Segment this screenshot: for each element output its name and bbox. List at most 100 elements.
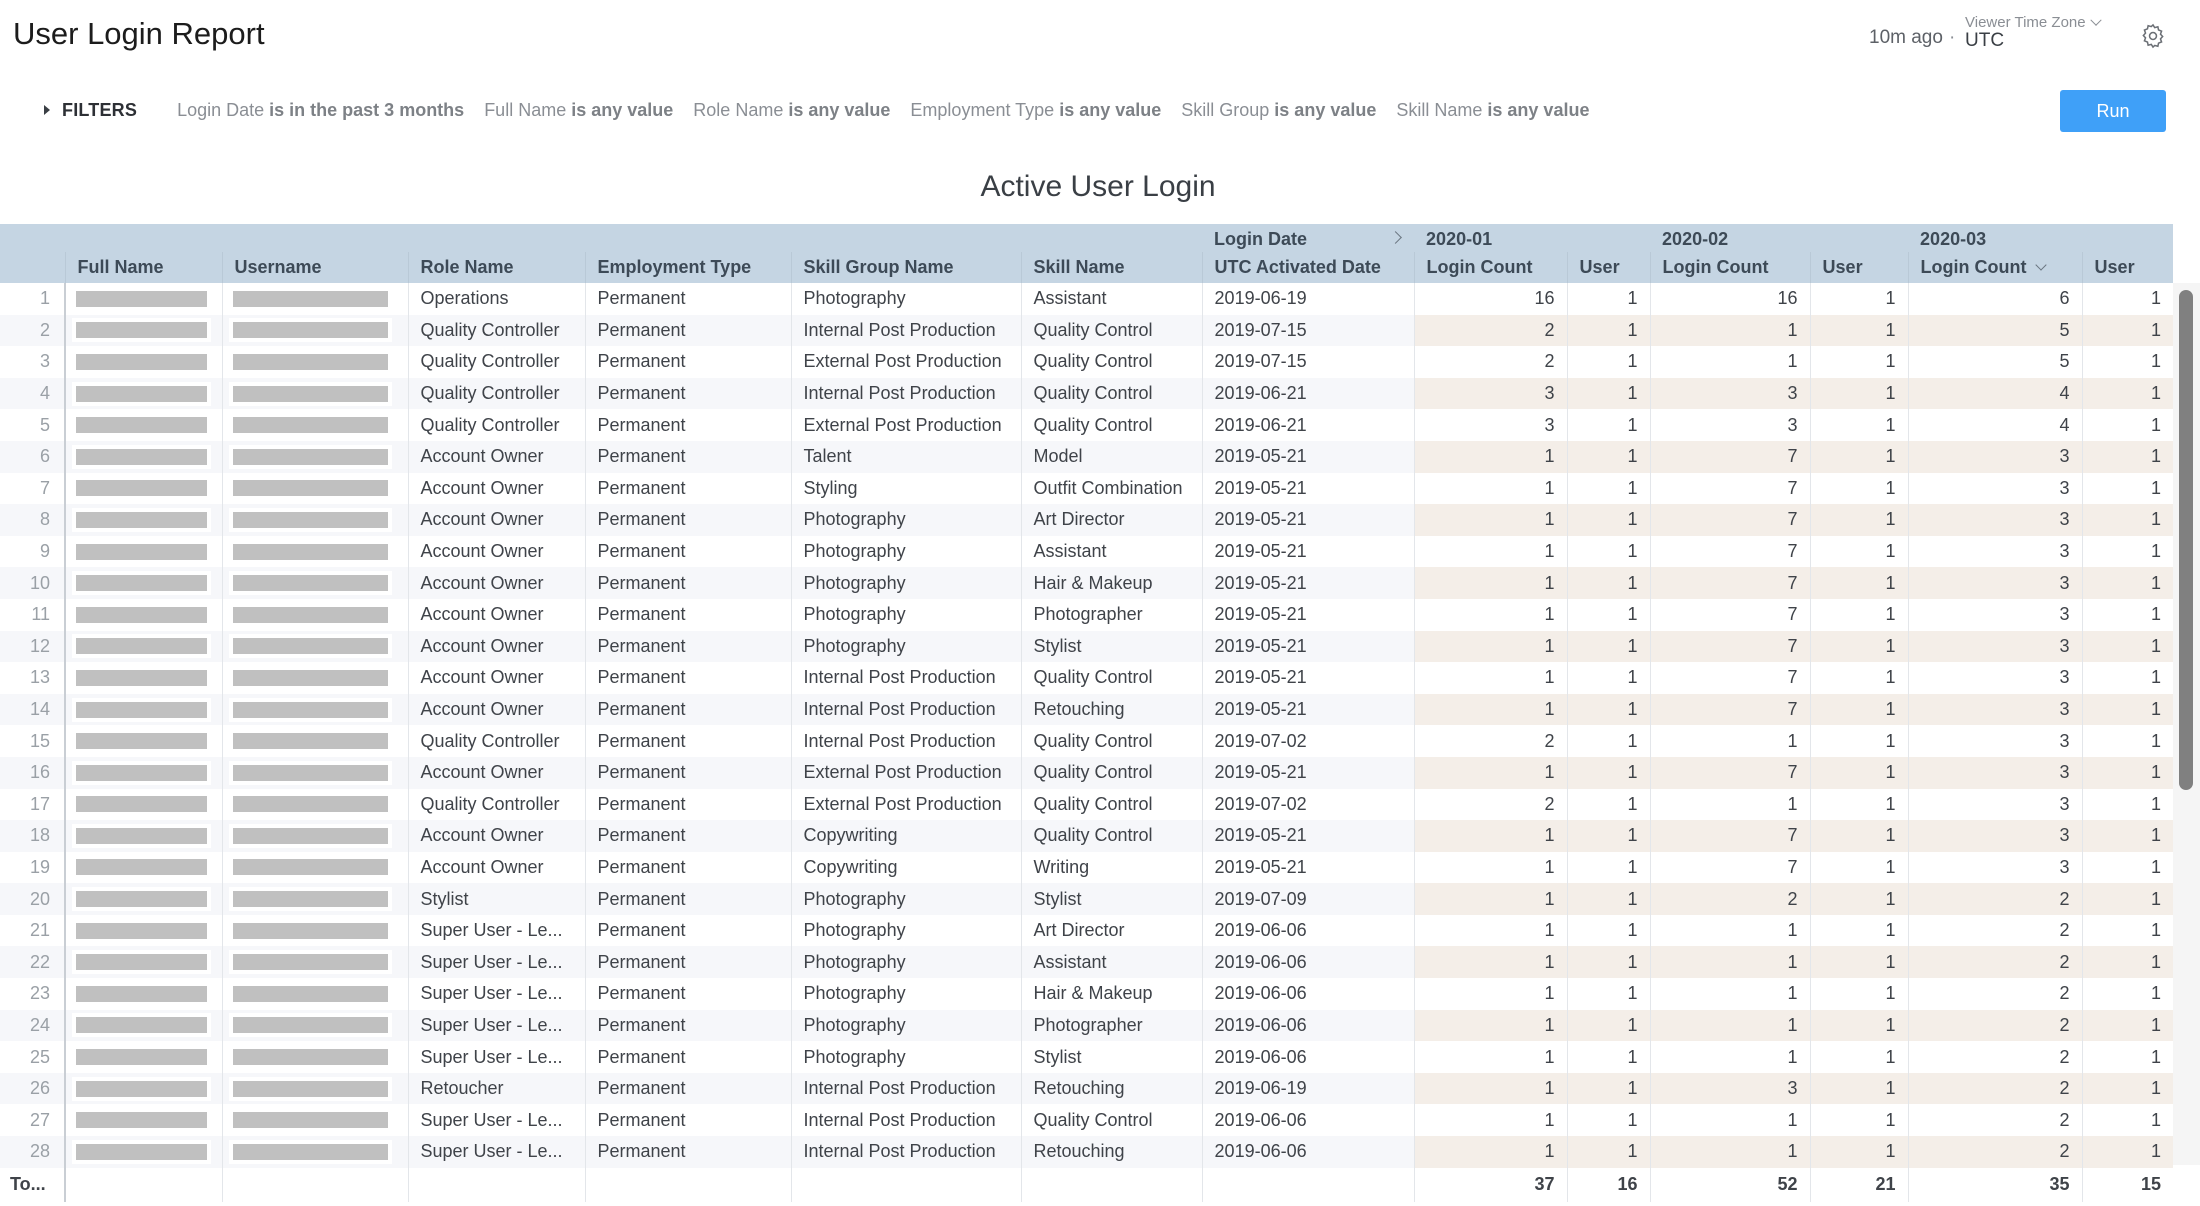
cell-user-2020-01[interactable]: 1 — [1566, 409, 1651, 441]
cell-skill-name[interactable]: Hair & Makeup — [1020, 567, 1203, 599]
cell-login-count-2020-01[interactable]: 1 — [1413, 598, 1568, 631]
cell-login-count-2020-03[interactable]: 2 — [1907, 1136, 2083, 1168]
cell-skill-name[interactable]: Quality Control — [1020, 756, 1203, 789]
cell-user-2020-02[interactable]: 1 — [1809, 440, 1909, 473]
cell-skill-group-name[interactable]: Photography — [790, 883, 1021, 915]
cell-user-2020-02[interactable]: 1 — [1809, 314, 1909, 347]
cell-employment-type[interactable]: Permanent — [584, 630, 791, 663]
cell-user-2020-02[interactable]: 1 — [1809, 1104, 1909, 1137]
cell-user-2020-02[interactable]: 1 — [1809, 1041, 1909, 1073]
cell-user-2020-02[interactable]: 1 — [1809, 1009, 1909, 1042]
filter-login-date[interactable]: Login Date is in the past 3 months — [177, 100, 464, 121]
cell-user-2020-03[interactable]: 1 — [2081, 693, 2174, 726]
cell-full-name-redacted[interactable] — [64, 1041, 222, 1073]
cell-user-2020-02[interactable]: 1 — [1809, 504, 1909, 536]
cell-skill-group-name[interactable]: Photography — [790, 567, 1021, 599]
cell-skill-group-name[interactable]: External Post Production — [790, 788, 1021, 821]
cell-login-count-2020-01[interactable]: 2 — [1413, 788, 1568, 821]
cell-user-2020-03[interactable]: 1 — [2081, 788, 2174, 821]
column-header-role-name[interactable]: Role Name — [407, 252, 585, 283]
cell-user-2020-03[interactable]: 1 — [2081, 914, 2174, 947]
column-header-user-2020-01[interactable]: User — [1566, 252, 1651, 283]
cell-employment-type[interactable]: Permanent — [584, 409, 791, 441]
filter-full-name[interactable]: Full Name is any value — [484, 100, 673, 121]
cell-employment-type[interactable]: Permanent — [584, 788, 791, 821]
cell-user-2020-03[interactable]: 1 — [2081, 1041, 2174, 1073]
cell-username-redacted[interactable] — [221, 409, 408, 441]
cell-employment-type[interactable]: Permanent — [584, 662, 791, 694]
cell-skill-group-name[interactable]: Internal Post Production — [790, 1136, 1021, 1168]
cell-username-redacted[interactable] — [221, 883, 408, 915]
cell-user-2020-03[interactable]: 1 — [2081, 283, 2174, 315]
cell-utc-activated-date[interactable]: 2019-05-21 — [1201, 598, 1415, 631]
cell-utc-activated-date[interactable]: 2019-06-19 — [1201, 283, 1415, 315]
cell-full-name-redacted[interactable] — [64, 1072, 222, 1105]
cell-login-count-2020-02[interactable]: 3 — [1649, 377, 1811, 410]
cell-user-2020-01[interactable]: 1 — [1566, 914, 1651, 947]
cell-username-redacted[interactable] — [221, 567, 408, 599]
cell-user-2020-02[interactable]: 1 — [1809, 914, 1909, 947]
cell-skill-name[interactable]: Photographer — [1020, 598, 1203, 631]
cell-user-2020-01[interactable]: 1 — [1566, 978, 1651, 1010]
cell-utc-activated-date[interactable]: 2019-05-21 — [1201, 535, 1415, 568]
cell-utc-activated-date[interactable]: 2019-07-15 — [1201, 346, 1415, 378]
cell-user-2020-02[interactable]: 1 — [1809, 851, 1909, 884]
cell-user-2020-03[interactable]: 1 — [2081, 883, 2174, 915]
cell-login-count-2020-03[interactable]: 3 — [1907, 820, 2083, 852]
cell-utc-activated-date[interactable]: 2019-05-21 — [1201, 662, 1415, 694]
cell-user-2020-01[interactable]: 1 — [1566, 725, 1651, 757]
cell-login-count-2020-03[interactable]: 4 — [1907, 409, 2083, 441]
cell-username-redacted[interactable] — [221, 914, 408, 947]
cell-user-2020-03[interactable]: 1 — [2081, 377, 2174, 410]
cell-user-2020-01[interactable]: 1 — [1566, 377, 1651, 410]
cell-username-redacted[interactable] — [221, 756, 408, 789]
column-header-username[interactable]: Username — [221, 252, 408, 283]
cell-user-2020-01[interactable]: 1 — [1566, 472, 1651, 505]
cell-login-count-2020-03[interactable]: 2 — [1907, 1072, 2083, 1105]
cell-full-name-redacted[interactable] — [64, 693, 222, 726]
cell-role-name[interactable]: Operations — [407, 283, 585, 315]
cell-skill-group-name[interactable]: Internal Post Production — [790, 693, 1021, 726]
cell-user-2020-01[interactable]: 1 — [1566, 756, 1651, 789]
cell-skill-name[interactable]: Quality Control — [1020, 662, 1203, 694]
cell-login-count-2020-02[interactable]: 7 — [1649, 756, 1811, 789]
vertical-scrollbar-thumb[interactable] — [2179, 290, 2193, 790]
cell-login-count-2020-01[interactable]: 1 — [1413, 1136, 1568, 1168]
cell-skill-name[interactable]: Quality Control — [1020, 314, 1203, 347]
cell-utc-activated-date[interactable]: 2019-06-06 — [1201, 1136, 1415, 1168]
cell-username-redacted[interactable] — [221, 314, 408, 347]
cell-skill-group-name[interactable]: Internal Post Production — [790, 377, 1021, 410]
cell-utc-activated-date[interactable]: 2019-06-06 — [1201, 914, 1415, 947]
cell-login-count-2020-01[interactable]: 1 — [1413, 756, 1568, 789]
cell-login-count-2020-03[interactable]: 3 — [1907, 788, 2083, 821]
cell-employment-type[interactable]: Permanent — [584, 1009, 791, 1042]
cell-employment-type[interactable]: Permanent — [584, 314, 791, 347]
cell-user-2020-02[interactable]: 1 — [1809, 1136, 1909, 1168]
cell-full-name-redacted[interactable] — [64, 504, 222, 536]
cell-full-name-redacted[interactable] — [64, 788, 222, 821]
cell-skill-group-name[interactable]: Photography — [790, 946, 1021, 979]
cell-user-2020-02[interactable]: 1 — [1809, 567, 1909, 599]
cell-full-name-redacted[interactable] — [64, 472, 222, 505]
cell-login-count-2020-02[interactable]: 16 — [1649, 283, 1811, 315]
cell-skill-name[interactable]: Photographer — [1020, 1009, 1203, 1042]
cell-login-count-2020-02[interactable]: 1 — [1649, 725, 1811, 757]
filter-skill-group[interactable]: Skill Group is any value — [1181, 100, 1376, 121]
cell-user-2020-03[interactable]: 1 — [2081, 440, 2174, 473]
cell-utc-activated-date[interactable]: 2019-05-21 — [1201, 440, 1415, 473]
cell-login-count-2020-03[interactable]: 3 — [1907, 535, 2083, 568]
cell-login-count-2020-02[interactable]: 1 — [1649, 1009, 1811, 1042]
cell-login-count-2020-01[interactable]: 1 — [1413, 535, 1568, 568]
cell-user-2020-02[interactable]: 1 — [1809, 1072, 1909, 1105]
cell-login-count-2020-02[interactable]: 7 — [1649, 693, 1811, 726]
cell-login-count-2020-01[interactable]: 1 — [1413, 567, 1568, 599]
cell-employment-type[interactable]: Permanent — [584, 978, 791, 1010]
cell-username-redacted[interactable] — [221, 504, 408, 536]
cell-employment-type[interactable]: Permanent — [584, 883, 791, 915]
run-button[interactable]: Run — [2060, 90, 2166, 132]
cell-login-count-2020-03[interactable]: 3 — [1907, 567, 2083, 599]
cell-user-2020-03[interactable]: 1 — [2081, 409, 2174, 441]
cell-utc-activated-date[interactable]: 2019-06-06 — [1201, 1009, 1415, 1042]
cell-user-2020-01[interactable]: 1 — [1566, 662, 1651, 694]
cell-role-name[interactable]: Account Owner — [407, 567, 585, 599]
